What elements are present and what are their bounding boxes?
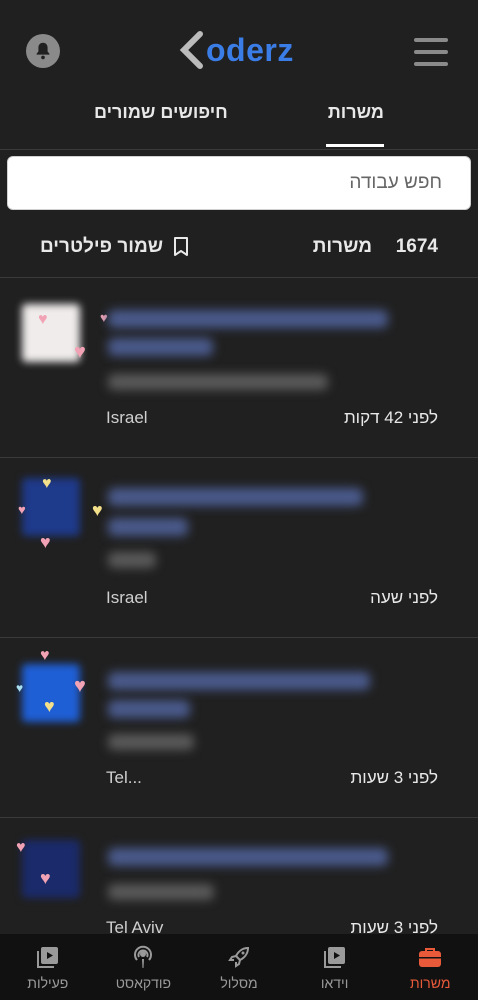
job-title-blurred	[108, 338, 213, 356]
heart-sticker: ♥	[16, 681, 24, 695]
logo-text: oderz	[206, 31, 294, 68]
heart-sticker: ♥	[100, 310, 108, 325]
job-location: Tel...	[106, 768, 142, 787]
nav-podcast[interactable]: פודקאסט	[96, 934, 192, 1000]
hamburger-icon[interactable]	[414, 38, 448, 66]
heart-sticker: ♥	[16, 839, 26, 856]
nav-label: משרות	[409, 975, 451, 991]
nav-label: וידאו	[320, 975, 349, 991]
video-icon	[321, 943, 349, 971]
job-card[interactable]: ♥ ♥ ♥ ♥ Israel לפני שעה	[0, 458, 478, 638]
tab-jobs[interactable]: משרות	[328, 96, 384, 150]
podcast-icon	[129, 943, 157, 971]
company-logo	[22, 304, 80, 362]
heart-sticker: ♥	[40, 532, 51, 552]
nav-label: מסלול	[220, 975, 258, 991]
heart-sticker: ♥	[18, 502, 26, 517]
bookmark-icon	[174, 237, 189, 256]
heart-sticker: ♥	[40, 868, 51, 888]
job-posted-time: לפני שעה	[370, 588, 438, 607]
nav-label: פעילות	[27, 975, 69, 991]
nav-label: פודקאסט	[115, 975, 172, 991]
job-title-blurred	[108, 518, 188, 536]
bottom-navigation: משרות וידאו מסלול פודקאסט פעילות	[0, 934, 478, 1000]
job-posted-time: לפני 42 דקות	[343, 408, 438, 427]
company-name-blurred	[108, 884, 214, 900]
heart-sticker: ♥	[42, 475, 52, 492]
job-location: Israel	[106, 408, 148, 427]
nav-jobs[interactable]: משרות	[382, 934, 478, 1000]
bell-icon[interactable]	[26, 34, 60, 68]
heart-sticker: ♥	[74, 675, 86, 697]
tab-bar: משרות חיפושים שמורים	[0, 96, 478, 150]
nav-video[interactable]: וידאו	[287, 934, 383, 1000]
nav-activity[interactable]: פעילות	[0, 934, 96, 1000]
job-posted-time: לפני 3 שעות	[350, 768, 438, 787]
briefcase-icon	[416, 943, 444, 971]
company-name-blurred	[108, 374, 328, 390]
job-title-blurred	[108, 700, 190, 718]
company-logo	[22, 840, 80, 898]
app-logo: oderz	[178, 28, 294, 72]
activity-icon	[34, 943, 62, 971]
company-name-blurred	[108, 552, 156, 568]
rocket-icon	[225, 943, 253, 971]
active-tab-indicator	[326, 144, 384, 147]
chevron-left-icon	[179, 31, 203, 69]
heart-sticker: ♥	[38, 311, 48, 328]
job-card[interactable]: ♥ ♥ ♥ Israel לפני 42 דקות	[0, 278, 478, 458]
nav-path[interactable]: מסלול	[191, 934, 287, 1000]
job-title-blurred	[108, 310, 388, 328]
results-summary: 1674 משרות שמור פילטרים	[0, 222, 478, 278]
heart-sticker: ♥	[44, 696, 55, 716]
job-card[interactable]: ♥ ♥ ♥ ♥ Tel... לפני 3 שעות	[0, 638, 478, 818]
results-count-label: משרות	[312, 236, 372, 257]
tab-saved-searches[interactable]: חיפושים שמורים	[94, 96, 228, 150]
heart-sticker: ♥	[92, 500, 103, 520]
company-name-blurred	[108, 734, 194, 750]
save-filters-label: שמור פילטרים	[40, 236, 164, 257]
search-input[interactable]	[8, 157, 470, 209]
results-count: 1674	[395, 236, 438, 257]
heart-sticker: ♥	[74, 341, 86, 363]
top-bar: oderz	[0, 0, 478, 96]
search-box	[7, 156, 471, 210]
job-location: Israel	[106, 588, 148, 607]
heart-sticker: ♥	[40, 647, 50, 664]
job-title-blurred	[108, 488, 363, 506]
job-title-blurred	[108, 848, 388, 866]
job-title-blurred	[108, 672, 370, 690]
save-filters-button[interactable]: שמור פילטרים	[40, 236, 189, 258]
